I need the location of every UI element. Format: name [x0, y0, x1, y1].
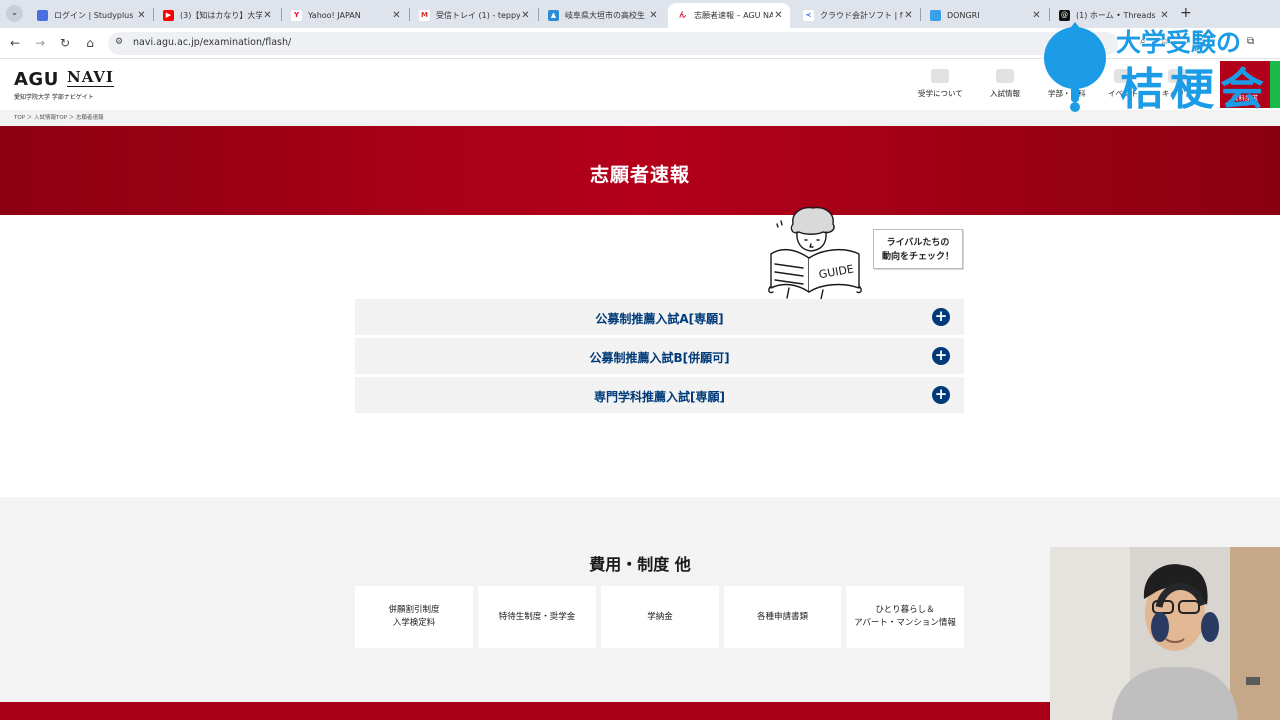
accordion-label: 専門学科推薦入試[専願]	[594, 390, 725, 404]
building-icon	[931, 69, 950, 83]
breadcrumb: TOP ＞ 入試情報TOP ＞ 志願者速報	[14, 113, 104, 121]
tab-title: ログイン | Studyplus for	[54, 11, 136, 20]
new-tab-plus-icon[interactable]: +	[1180, 5, 1192, 21]
reload-icon[interactable]: ↻	[57, 35, 73, 51]
nav-item-about[interactable]: 受学について	[918, 69, 963, 99]
tab-title: 岐阜県大垣市の高校生	[565, 11, 645, 20]
card-discount-exam-fee[interactable]: 併願割引制度 入学検定料	[355, 586, 473, 648]
rival-check-bubble: ライバルたちの 動向をチェック！	[873, 229, 963, 269]
breadcrumb-separator: ＞	[26, 115, 35, 121]
close-icon[interactable]: ✕	[391, 10, 402, 21]
nav-item-exam-info[interactable]: 入試情報	[990, 69, 1020, 99]
card-scholarship[interactable]: 特待生制度・奨学金	[478, 586, 596, 648]
tab-title: 受信トレイ (1) - teppy	[436, 11, 520, 20]
tab-agu-navi[interactable]: ん 志願者速報 – AGU NAVI ✕	[668, 3, 790, 28]
watermark-line-2: 桔梗会	[1120, 64, 1270, 115]
studyplus-favicon-icon	[37, 10, 48, 21]
dongri-favicon-icon	[930, 10, 941, 21]
tab-youtube[interactable]: ▶ (3)【知はカなり】大学 ✕	[154, 3, 279, 28]
tab-title: DONGRI	[947, 11, 980, 20]
yahoo-favicon-icon: Y	[291, 10, 302, 21]
agu-favicon-icon: ん	[677, 10, 688, 21]
tab-dongri[interactable]: DONGRI ✕	[921, 3, 1048, 28]
bubble-line: ライバルたちの	[886, 238, 950, 248]
card-line: 併願割引制度	[388, 605, 440, 615]
page-hero: 志願者速報	[0, 126, 1280, 215]
tab-title: クラウド会計ソフト | fre	[820, 11, 903, 20]
close-icon[interactable]: ✕	[648, 10, 659, 21]
bubble-line: 動向をチェック！	[881, 252, 954, 262]
breadcrumb-top[interactable]: TOP	[14, 115, 25, 121]
accordion-label: 公募制推薦入試A[専願]	[595, 312, 724, 326]
card-line: 各種申請書類	[756, 611, 808, 622]
card-line: 入学検定料	[392, 618, 436, 628]
ogaki-favicon-icon: ▲	[548, 10, 559, 21]
card-line: アパート・マンション情報	[854, 618, 956, 628]
site-info-icon[interactable]: ⚙	[115, 37, 123, 47]
close-icon[interactable]: ✕	[262, 10, 273, 21]
tab-gmail[interactable]: M 受信トレイ (1) - teppy ✕	[410, 3, 537, 28]
tab-title: 志願者速報 – AGU NAVI	[694, 11, 773, 20]
gmail-favicon-icon: M	[419, 10, 430, 21]
kikyokai-watermark-logo: 大学受験の 桔梗会	[1044, 22, 1270, 115]
site-logo-navi[interactable]: NAVI	[67, 68, 114, 86]
tab-studyplus[interactable]: ログイン | Studyplus for ✕	[28, 3, 153, 28]
site-logo-subtitle: 愛知学院大学 学部ナビゲイト	[14, 94, 94, 101]
logo-underline	[67, 86, 114, 87]
tab-yahoo[interactable]: Y Yahoo! JAPAN ✕	[282, 3, 408, 28]
accordion-public-recommendation-b[interactable]: 公募制推薦入試B[併願可] +	[355, 338, 964, 374]
card-housing-info[interactable]: ひとり暮らし＆ アパート・マンション情報	[846, 586, 964, 648]
close-icon[interactable]: ✕	[520, 10, 531, 21]
freee-favicon-icon: ≺	[803, 10, 814, 21]
url-text[interactable]: navi.agu.ac.jp/examination/flash/	[133, 37, 291, 48]
tab-freee[interactable]: ≺ クラウド会計ソフト | fre ✕	[794, 3, 920, 28]
back-arrow-icon[interactable]: ←	[7, 35, 23, 51]
accordion-public-recommendation-a[interactable]: 公募制推薦入試A[専願] +	[355, 299, 964, 335]
forward-arrow-icon[interactable]: →	[32, 35, 48, 51]
card-application-forms[interactable]: 各種申請書類	[724, 586, 841, 648]
page-title: 志願者速報	[589, 164, 690, 186]
accordion-specialized-recommendation[interactable]: 専門学科推薦入試[専願] +	[355, 377, 964, 413]
nav-label: 入試情報	[990, 89, 1020, 98]
close-icon[interactable]: ✕	[903, 10, 914, 21]
tab-title: Yahoo! JAPAN	[308, 11, 361, 20]
address-bar[interactable]: ⚙ navi.agu.ac.jp/examination/flash/	[108, 32, 1118, 55]
watermark-line-1: 大学受験の	[1116, 28, 1241, 57]
youtube-favicon-icon: ▶	[163, 10, 174, 21]
webcam-overlay	[1050, 547, 1280, 720]
breadcrumb-exam-top[interactable]: 入試情報TOP	[34, 115, 67, 121]
accordion-label: 公募制推薦入試B[併願可]	[589, 351, 730, 365]
card-line: ひとり暮らし＆	[875, 605, 935, 615]
site-logo[interactable]: AGU	[14, 69, 59, 90]
card-line: 特待生制度・奨学金	[498, 611, 576, 622]
card-tuition[interactable]: 学納金	[601, 586, 719, 648]
nav-label: 受学について	[918, 89, 963, 98]
close-icon[interactable]: ✕	[136, 10, 147, 21]
guide-reader-illustration: GUIDE	[768, 206, 862, 300]
home-icon[interactable]: ⌂	[82, 35, 98, 51]
breadcrumb-separator: ＞	[68, 115, 77, 121]
presenter-video	[1050, 547, 1280, 720]
tab-title: (3)【知はカなり】大学	[180, 11, 262, 20]
plus-icon[interactable]: +	[932, 386, 950, 404]
trophy-icon	[996, 69, 1014, 83]
breadcrumb-current: 志願者速報	[76, 115, 104, 121]
plus-icon[interactable]: +	[932, 347, 950, 365]
plus-icon[interactable]: +	[932, 308, 950, 326]
close-icon[interactable]: ✕	[773, 10, 784, 21]
card-line: 学納金	[647, 611, 673, 622]
tab-search-button[interactable]: ⌄	[6, 5, 23, 22]
tab-ogaki[interactable]: ▲ 岐阜県大垣市の高校生 ✕	[539, 3, 665, 28]
